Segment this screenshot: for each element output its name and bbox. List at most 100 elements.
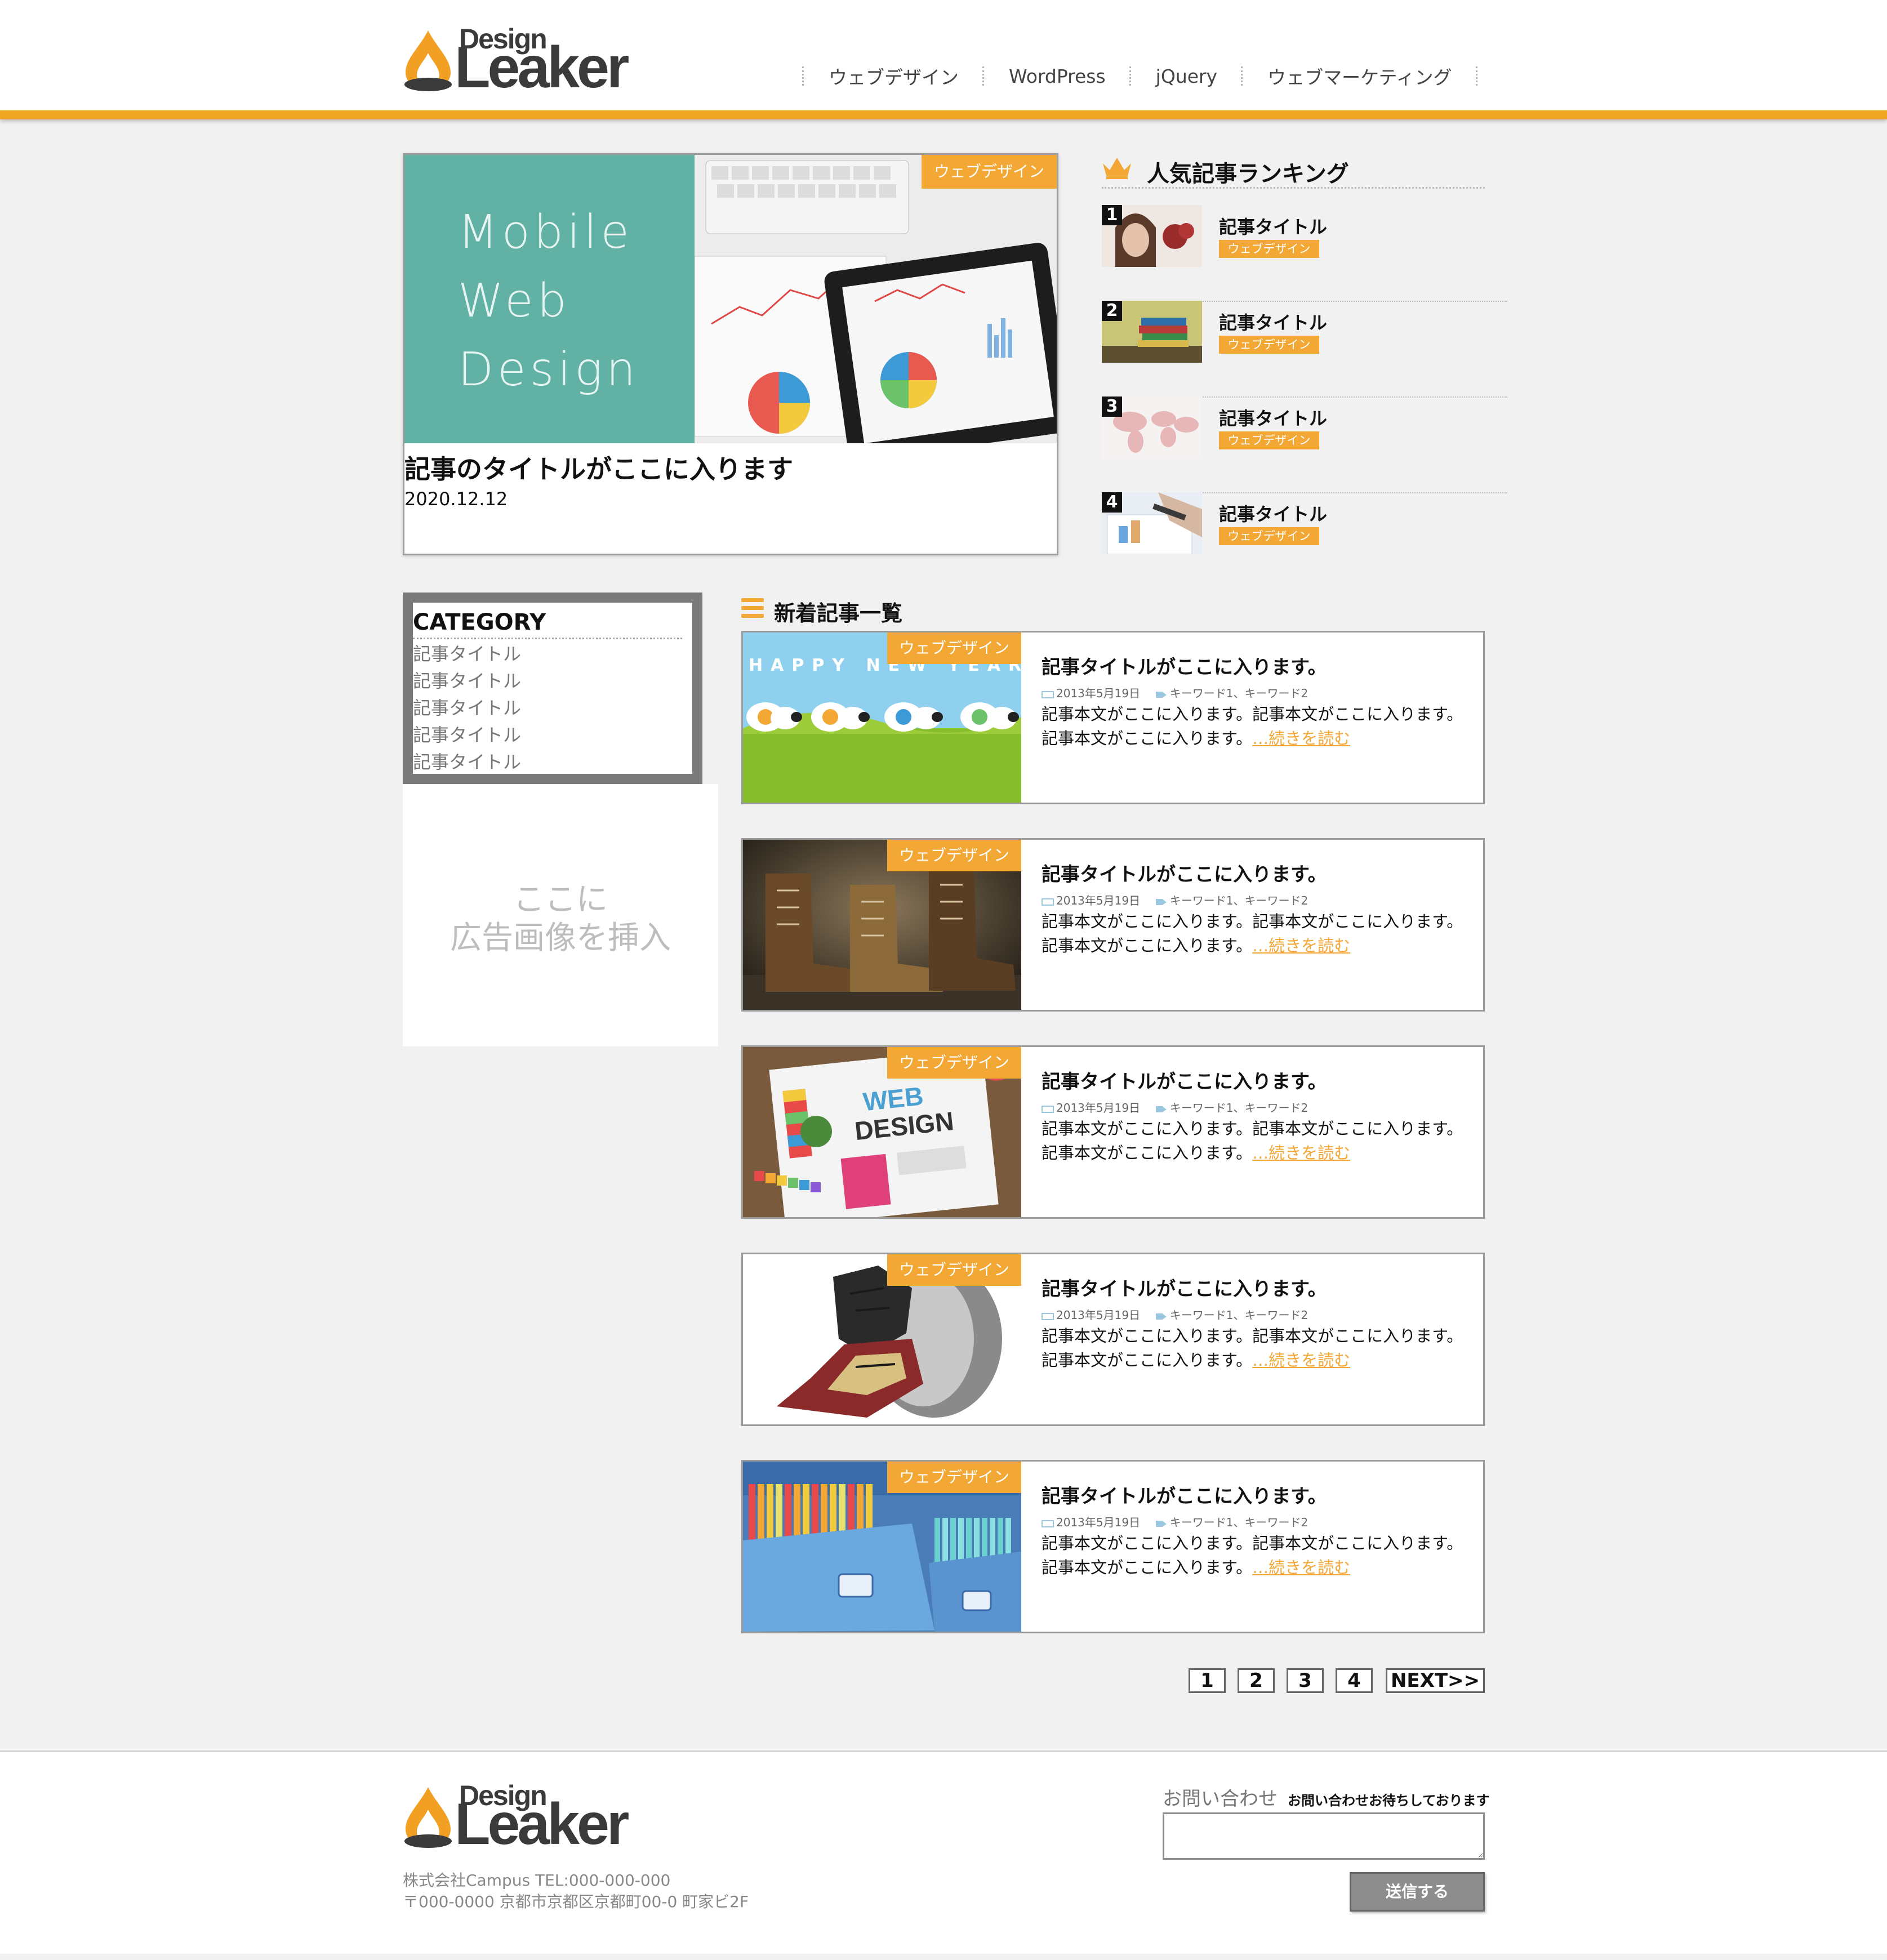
tablet-charts-illustration	[695, 155, 1057, 443]
header-accent-bar	[0, 110, 1887, 119]
article-card[interactable]: ウェブデザイン 記事タイトルがここに入ります。 2013年5月19日 キーワード…	[741, 838, 1485, 1012]
ranking-item-title[interactable]: 記事タイトル	[1219, 309, 1327, 335]
article-title[interactable]: 記事タイトルがここに入ります。	[1042, 859, 1327, 887]
contact-title: お問い合わせ	[1163, 1788, 1278, 1810]
article-title[interactable]: 記事タイトルがここに入ります。	[1042, 652, 1327, 679]
ranking-item[interactable]: 2 記事タイトル ウェブデザイン	[1102, 301, 1507, 398]
article-card[interactable]: HAPPY NEW YEAR ウェブデザイン 記事タイトルがここに入ります。 2…	[741, 631, 1485, 804]
crown-icon	[1103, 158, 1131, 179]
ranking-item-tag[interactable]: ウェブデザイン	[1219, 527, 1319, 545]
read-more-link[interactable]: …続きを読む	[1252, 1558, 1350, 1577]
submit-button[interactable]: 送信する	[1350, 1872, 1485, 1912]
article-category-tag[interactable]: ウェブデザイン	[887, 632, 1021, 664]
featured-image-word: Design	[458, 343, 640, 397]
ranking-number: 1	[1102, 205, 1122, 225]
featured-photo	[695, 155, 1057, 443]
date-icon	[1042, 1105, 1054, 1113]
article-meta: 2013年5月19日 キーワード1、キーワード2	[1042, 892, 1308, 908]
tag-icon	[1155, 1313, 1167, 1320]
page-3-button[interactable]: 3	[1287, 1668, 1324, 1693]
article-meta: 2013年5月19日 キーワード1、キーワード2	[1042, 1513, 1308, 1530]
ranking-number: 3	[1102, 397, 1122, 417]
ranking-item-tag[interactable]: ウェブデザイン	[1219, 240, 1319, 258]
ranking-heading: 人気記事ランキング	[1102, 153, 1485, 189]
page-1-button[interactable]: 1	[1189, 1668, 1226, 1693]
article-meta: 2013年5月19日 キーワード1、キーワード2	[1042, 1099, 1308, 1115]
article-meta: 2013年5月19日 キーワード1、キーワード2	[1042, 1306, 1308, 1322]
contact-heading: お問い合わせ お問い合わせお待ちしております	[1163, 1783, 1490, 1811]
article-date: 2013年5月19日	[1056, 687, 1141, 700]
site-header: Design Leaker ウェブデザイン WordPress jQuery ウ…	[0, 0, 1887, 110]
ranking-item-tag[interactable]: ウェブデザイン	[1219, 336, 1319, 354]
article-excerpt: 記事本文がここに入ります。記事本文がここに入ります。記事本文がここに入ります。……	[1042, 702, 1470, 751]
featured-category-tag[interactable]: ウェブデザイン	[922, 155, 1057, 189]
article-category-tag[interactable]: ウェブデザイン	[887, 1047, 1021, 1079]
ranking-item[interactable]: 4 記事タイトル ウェブデザイン	[1102, 492, 1507, 588]
page-2-button[interactable]: 2	[1238, 1668, 1275, 1693]
article-keywords: キーワード1、キーワード2	[1169, 1308, 1309, 1322]
article-card[interactable]: ウェブデザイン 記事タイトルがここに入ります。 2013年5月19日 キーワード…	[741, 1253, 1485, 1426]
tag-icon	[1155, 691, 1167, 698]
nav-item-wordpress[interactable]: WordPress	[985, 65, 1129, 87]
date-icon	[1042, 1520, 1054, 1527]
read-more-link[interactable]: …続きを読む	[1252, 729, 1350, 748]
ranking-item-title[interactable]: 記事タイトル	[1219, 213, 1327, 239]
article-card[interactable]: WEB DESIGN ウェブデザイン 記事タイトルがここに入ります。 2013年…	[741, 1045, 1485, 1219]
company-info: 株式会社Campus TEL:000-000-000	[403, 1871, 671, 1890]
nav-item-web-marketing[interactable]: ウェブマーケティング	[1244, 63, 1475, 90]
article-card[interactable]: ウェブデザイン 記事タイトルがここに入ります。 2013年5月19日 キーワード…	[741, 1460, 1485, 1633]
site-footer: Design Leaker 株式会社Campus TEL:000-000-000…	[0, 1750, 1887, 1954]
article-excerpt: 記事本文がここに入ります。記事本文がここに入ります。記事本文がここに入ります。……	[1042, 1117, 1470, 1165]
ranking-item-title[interactable]: 記事タイトル	[1219, 404, 1327, 430]
date-icon	[1042, 1312, 1054, 1320]
article-excerpt: 記事本文がここに入ります。記事本文がここに入ります。記事本文がここに入ります。……	[1042, 1324, 1470, 1373]
site-logo[interactable]: Design Leaker	[403, 23, 651, 100]
nav-item-web-design[interactable]: ウェブデザイン	[805, 63, 982, 90]
contact-textarea[interactable]	[1163, 1812, 1485, 1860]
tag-icon	[1155, 1520, 1167, 1527]
article-title[interactable]: 記事タイトルがここに入ります。	[1042, 1481, 1327, 1508]
list-icon	[741, 598, 764, 618]
article-date: 2013年5月19日	[1056, 1101, 1141, 1115]
article-date: 2013年5月19日	[1056, 1516, 1141, 1529]
ranking-item-title[interactable]: 記事タイトル	[1219, 500, 1327, 526]
article-category-tag[interactable]: ウェブデザイン	[887, 840, 1021, 871]
date-icon	[1042, 898, 1054, 906]
category-item[interactable]: 記事タイトル	[413, 694, 521, 720]
ad-text-line: 広告画像を挿入	[450, 920, 671, 956]
flame-drop-icon	[404, 1787, 452, 1848]
company-address: 〒000-0000 京都市京都区京都町00-0 町家ビ2F	[403, 1892, 749, 1911]
category-item[interactable]: 記事タイトル	[413, 721, 521, 747]
featured-image: Mobile Web Design	[404, 155, 1057, 443]
category-item[interactable]: 記事タイトル	[413, 748, 521, 774]
footer-logo[interactable]: Design Leaker	[403, 1779, 651, 1854]
featured-title[interactable]: 記事のタイトルがここに入ります	[404, 449, 793, 486]
article-keywords: キーワード1、キーワード2	[1169, 1101, 1309, 1115]
featured-article[interactable]: Mobile Web Design ウェブデザイン 記事のタイトルがここに入りま…	[403, 153, 1058, 555]
nav-separator	[1475, 66, 1479, 86]
featured-image-word: Mobile	[458, 206, 633, 259]
read-more-link[interactable]: …続きを読む	[1252, 936, 1350, 955]
ranking-item[interactable]: 1 記事タイトル ウェブデザイン	[1102, 205, 1507, 302]
read-more-link[interactable]: …続きを読む	[1252, 1351, 1350, 1370]
next-page-button[interactable]: NEXT>>	[1386, 1668, 1485, 1693]
ranking-item-tag[interactable]: ウェブデザイン	[1219, 431, 1319, 449]
tag-icon	[1155, 1106, 1167, 1112]
article-title[interactable]: 記事タイトルがここに入ります。	[1042, 1066, 1327, 1094]
page-4-button[interactable]: 4	[1336, 1668, 1373, 1693]
article-keywords: キーワード1、キーワード2	[1169, 894, 1309, 907]
ranking-number: 2	[1102, 301, 1122, 321]
date-icon	[1042, 691, 1054, 698]
article-category-tag[interactable]: ウェブデザイン	[887, 1462, 1021, 1493]
nav-item-jquery[interactable]: jQuery	[1132, 65, 1241, 87]
category-item[interactable]: 記事タイトル	[413, 667, 521, 693]
contact-subtitle: お問い合わせお待ちしております	[1288, 1793, 1490, 1808]
article-category-tag[interactable]: ウェブデザイン	[887, 1254, 1021, 1286]
logo-leaker-text: Leaker	[455, 35, 629, 100]
read-more-link[interactable]: …続きを読む	[1252, 1143, 1350, 1162]
ranking-item[interactable]: 3 記事タイトル ウェブデザイン	[1102, 397, 1507, 493]
category-item[interactable]: 記事タイトル	[413, 640, 521, 666]
featured-image-panel: Mobile Web Design	[404, 155, 695, 443]
article-title[interactable]: 記事タイトルがここに入ります。	[1042, 1273, 1327, 1301]
ad-placeholder[interactable]: ここに 広告画像を挿入	[403, 784, 718, 1046]
